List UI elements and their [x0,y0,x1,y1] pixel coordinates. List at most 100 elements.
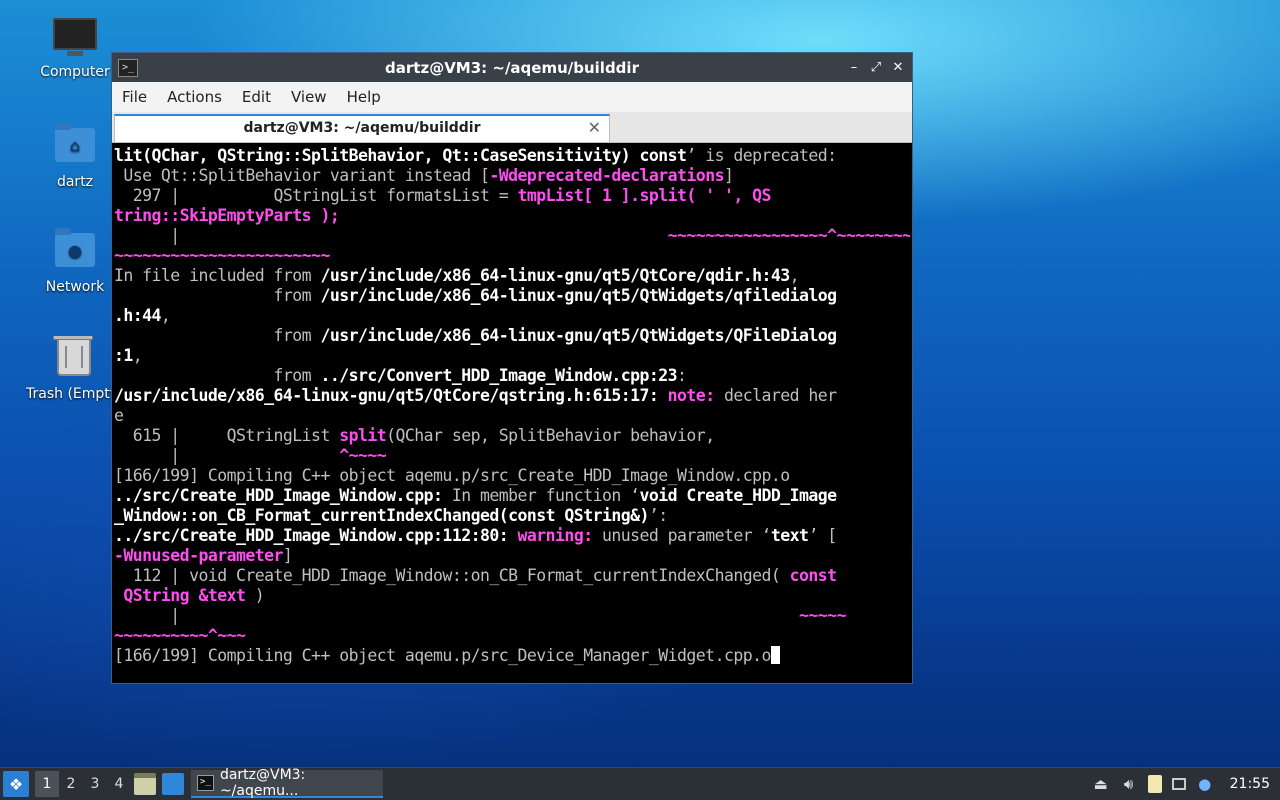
terminal-text: [166/199] Compiling C++ object aqemu.p/s… [114,646,771,665]
minimize-button[interactable]: – [846,60,862,76]
menu-edit[interactable]: Edit [232,88,281,106]
terminal-text: warning: [517,526,594,545]
terminal-icon: >_ [197,775,214,791]
terminal-text: /usr/include/x86_64-linux-gnu/qt5/QtCore… [320,266,790,285]
terminal-line: 615 | QStringList split(QChar sep, Split… [114,426,910,446]
terminal-text: ] [723,166,734,185]
terminal-line: 297 | QStringList formatsList = tmpList[… [114,186,910,206]
terminal-text: e [114,406,124,425]
clipboard-icon[interactable] [1147,775,1162,793]
terminal-text: ../src/Create_HDD_Image_Window.cpp: [114,486,443,505]
workspace-4[interactable]: 4 [107,771,131,797]
desktop-icon-label: Trash (Empty) [26,386,122,402]
terminal-line: Use Qt::SplitBehavior variant instead [-… [114,166,910,186]
terminal-text: 297 | QStringList formatsList = [114,186,518,205]
terminal-text: text [770,526,809,545]
terminal-text: lit(QChar, QString::SplitBehavior, Qt::C… [114,146,687,165]
terminal-line: [166/199] Compiling C++ object aqemu.p/s… [114,646,910,666]
workspace-3[interactable]: 3 [83,771,107,797]
terminal-line: from /usr/include/x86_64-linux-gnu/qt5/Q… [114,286,910,306]
menu-file[interactable]: File [112,88,157,106]
clock[interactable]: 21:55 [1230,776,1270,792]
terminal-text: ~~~~~~~~~~^~~~ [114,626,246,645]
trash-icon [52,336,96,380]
terminal-text: tring::SkipEmptyParts ); [114,206,340,225]
menubar: File Actions Edit View Help [112,82,912,112]
desktop-icon-computer[interactable]: Computer [30,18,120,80]
volume-icon[interactable]: 🔊︎ [1120,775,1138,793]
desktop-icon-label: dartz [56,174,94,190]
terminal-text: unused parameter ‘ [592,526,771,545]
tab-close-icon[interactable]: ✕ [588,118,601,137]
terminal-output[interactable]: lit(QChar, QString::SplitBehavior, Qt::C… [114,145,910,681]
terminal-text: ../src/Create_HDD_Image_Window.cpp:112:8… [114,526,509,545]
terminal-text: :1 [114,346,133,365]
terminal-line: :1, [114,346,910,366]
terminal-text: const [789,566,837,585]
menu-help[interactable]: Help [337,88,391,106]
desktop-icon-network[interactable]: ● Network [30,228,120,295]
terminal-text: split [339,426,387,445]
desktop-icon-label: Network [45,279,105,295]
lubuntu-start-icon[interactable]: ❖ [3,771,29,797]
taskbar: ❖ 1 2 3 4 >_ dartz@VM3: ~/aqemu... ⏏ 🔊︎ … [0,767,1280,800]
terminal-line: tring::SkipEmptyParts ); [114,206,910,226]
terminal-text: ) [245,586,265,605]
terminal-text: ~~~~~~~~~~~~~~~~~~~~~~~ [114,246,330,265]
terminal-text: ^~~~~ [339,446,387,465]
tab-label: dartz@VM3: ~/aqemu/builddir [243,120,481,136]
terminal-line: /usr/include/x86_64-linux-gnu/qt5/QtCore… [114,386,910,406]
window-titlebar[interactable]: >_ dartz@VM3: ~/aqemu/builddir – ⤢ ✕ [112,53,912,82]
terminal-text: QString &text [114,586,246,605]
maximize-button[interactable]: ⤢ [868,60,884,76]
network-icon[interactable] [1171,778,1186,790]
terminal-text: 112 | void Create_HDD_Image_Window::on_C… [114,566,790,585]
menu-actions[interactable]: Actions [157,88,232,106]
task-label: dartz@VM3: ~/aqemu... [219,767,306,799]
terminal-text: : [677,366,687,385]
terminal-text: (QChar sep, SplitBehavior behavior, [386,426,715,445]
terminal-text: void Create_HDD_Image [639,486,838,505]
workspace-2[interactable]: 2 [59,771,83,797]
terminal-text: _Window::on_CB_Format_currentIndexChange… [114,506,649,525]
terminal-line: [166/199] Compiling C++ object aqemu.p/s… [114,466,910,486]
terminal-text: -Wdeprecated-declarations [489,166,724,185]
terminal-line: from ../src/Convert_HDD_Image_Window.cpp… [114,366,910,386]
workspace-1[interactable]: 1 [35,771,59,797]
terminal-text: tmpList[ 1 ].split( ' ', QS [517,186,772,205]
update-notifier-icon[interactable]: ● [1196,775,1214,793]
desktop-icon-trash[interactable]: Trash (Empty) [26,336,122,402]
tab-terminal[interactable]: dartz@VM3: ~/aqemu/builddir ✕ [114,114,610,142]
terminal-text: In file included from [114,266,321,285]
terminal-line: lit(QChar, QString::SplitBehavior, Qt::C… [114,146,910,166]
terminal-line: In file included from /usr/include/x86_6… [114,266,910,286]
terminal-text: | [114,446,340,465]
terminal-app-icon[interactable]: >_ [118,58,138,77]
terminal-text: , [160,306,171,325]
terminal-text: ] [282,546,293,565]
menu-view[interactable]: View [281,88,337,106]
computer-icon [53,18,97,58]
terminal-line: ../src/Create_HDD_Image_Window.cpp: In m… [114,486,910,506]
terminal-line: ~~~~~~~~~~~~~~~~~~~~~~~ [114,246,910,266]
terminal-text: .h:44 [114,306,161,325]
terminal-line: | ~~~~~ [114,606,910,626]
terminal-line: | ~~~~~~~~~~~~~~~~~^~~~~~~~~ [114,226,910,246]
network-folder-icon: ● [53,228,97,273]
close-button[interactable]: ✕ [890,60,906,76]
desktop-icon[interactable] [162,773,184,795]
terminal-line: -Wunused-parameter] [114,546,910,566]
removable-media-icon[interactable]: ⏏ [1092,775,1110,793]
terminal-text: 615 | QStringList [114,426,340,445]
terminal-text: | [114,226,668,245]
taskbar-task-terminal[interactable]: >_ dartz@VM3: ~/aqemu... [191,767,383,799]
terminal-text: declared her [714,386,837,405]
file-manager-icon[interactable] [134,773,156,795]
terminal-line: .h:44, [114,306,910,326]
terminal-text: Use Qt::SplitBehavior variant instead [ [114,166,490,185]
terminal-text: /usr/include/x86_64-linux-gnu/qt5/QtWidg… [320,326,837,345]
terminal-text: , [789,266,800,285]
terminal-text: note: [667,386,715,405]
desktop-icon-home[interactable]: ⌂ dartz [30,123,120,190]
